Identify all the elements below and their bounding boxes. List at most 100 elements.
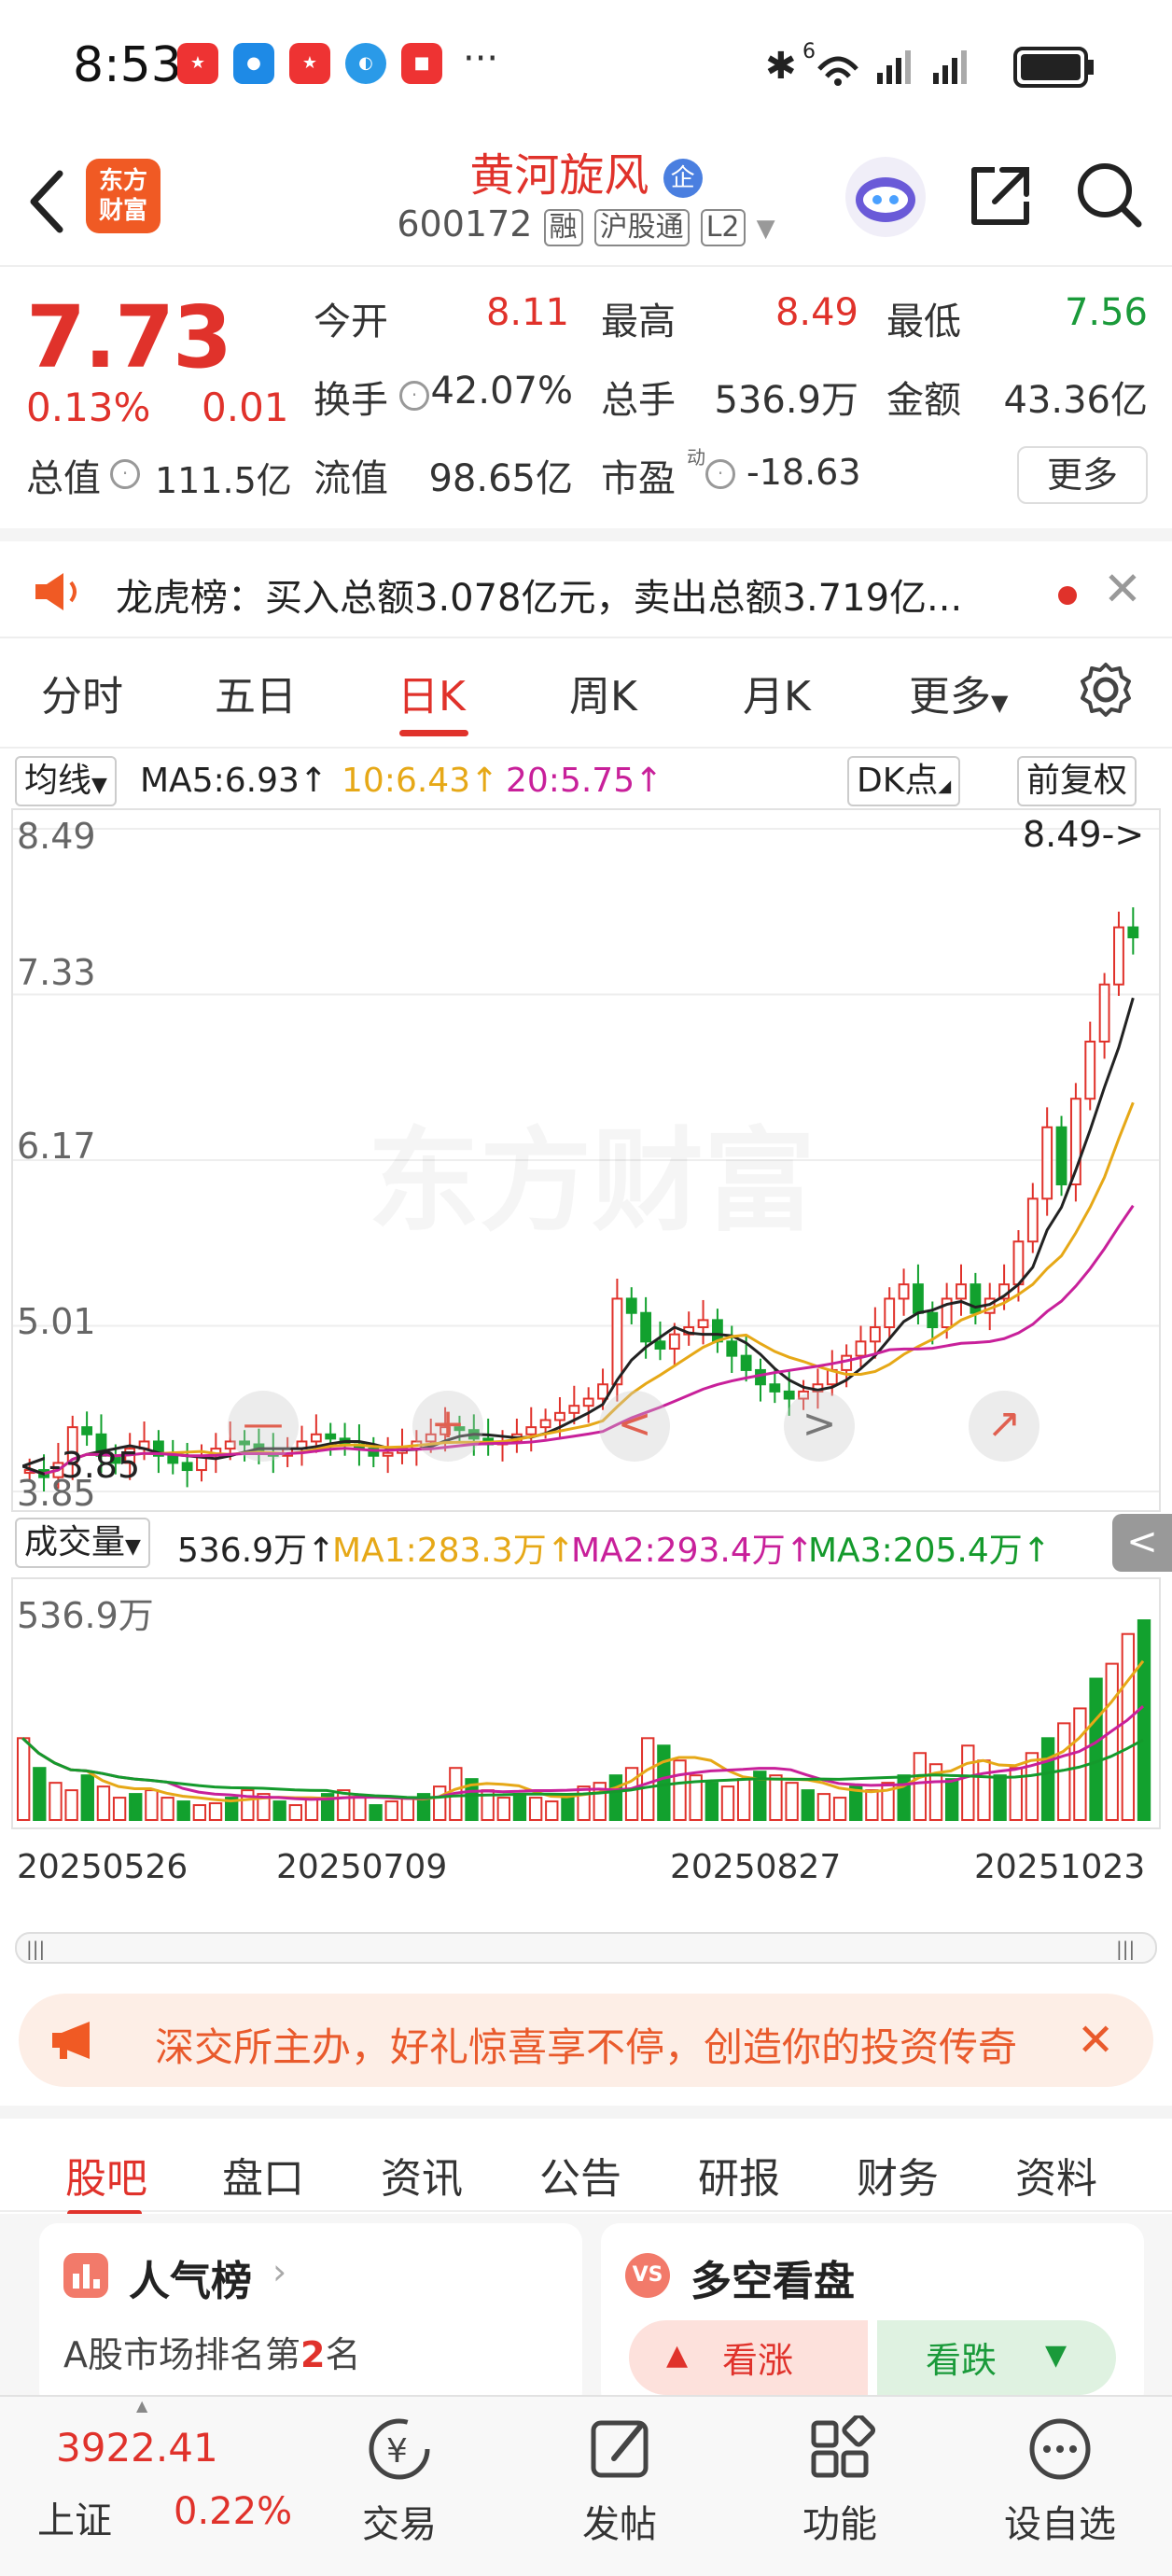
candle-body	[539, 1419, 551, 1429]
tab-weekly-k[interactable]: 周K	[569, 663, 637, 722]
date-label: 20250827	[670, 1848, 842, 1886]
candle-body	[654, 1340, 666, 1350]
y-tick: 6.17	[17, 1126, 96, 1167]
y-tick: 7.33	[17, 952, 96, 993]
tab-intraday[interactable]: 分时	[41, 663, 123, 722]
zoom-out-button[interactable]: —	[228, 1391, 299, 1462]
expand-button[interactable]: ↗	[969, 1391, 1039, 1462]
market-cap-label: 总值	[26, 457, 101, 500]
volume-bar	[832, 1797, 847, 1821]
volume-selector-label: 成交量	[24, 1523, 126, 1561]
nav-add-watchlist[interactable]: 设自选	[995, 2415, 1125, 2548]
popularity-card[interactable]: 人气榜 › A股市场排名第2名	[39, 2223, 582, 2410]
tab-monthly-k[interactable]: 月K	[743, 663, 811, 722]
index-name: 上证	[37, 2499, 112, 2542]
margin-tag: 融	[543, 209, 583, 246]
candle-body	[167, 1454, 179, 1464]
volume-bar	[785, 1782, 799, 1822]
candle-body	[582, 1397, 594, 1407]
info-circle-icon[interactable]: ·	[705, 459, 735, 489]
bull-button[interactable]: ▲ 看涨	[629, 2320, 868, 2395]
volume-bar	[433, 1785, 447, 1821]
trade-icon: ¥	[369, 2418, 430, 2480]
high-value: 8.49	[774, 291, 858, 334]
candle-body	[884, 1297, 896, 1329]
dropdown-triangle-icon[interactable]: ▼	[757, 215, 775, 243]
bear-button[interactable]: 看跌 ▼	[877, 2320, 1116, 2395]
more-notifications-icon: ···	[463, 37, 499, 80]
more-quote-button[interactable]: 更多	[1017, 446, 1148, 504]
nav-function[interactable]: 功能	[774, 2413, 905, 2548]
volume-bar	[64, 1789, 78, 1821]
bull-bear-card[interactable]: VS 多空看盘 ▲ 看涨 看跌 ▼	[601, 2223, 1144, 2410]
info-circle-icon[interactable]: ·	[399, 381, 429, 411]
tab-daily-k[interactable]: 日K	[398, 663, 466, 722]
close-icon[interactable]: ✕	[1103, 562, 1142, 616]
candle-body	[769, 1383, 781, 1393]
nav-trade[interactable]: ¥ 交易	[334, 2415, 465, 2548]
collapse-panel-button[interactable]: <	[1112, 1514, 1172, 1572]
volume-bar	[17, 1737, 31, 1821]
tab-profile[interactable]: 资料	[1015, 2145, 1097, 2205]
prev-button[interactable]: <	[599, 1391, 670, 1462]
zoom-in-button[interactable]: +	[412, 1391, 483, 1462]
notice-text: 龙虎榜：买入总额3.078亿元，卖出总额3.719亿...	[116, 577, 963, 620]
volume-bar	[192, 1804, 207, 1822]
volume-selector[interactable]: 成交量▼	[15, 1518, 150, 1568]
chart-range-scrollbar[interactable]: ||| |||	[15, 1932, 1157, 1964]
volume-ma1: MA1:283.3万↑	[332, 1532, 575, 1570]
close-icon[interactable]: ✕	[1077, 2014, 1114, 2066]
volume-bar	[176, 1800, 190, 1821]
bull-bear-title: 多空看盘	[691, 2258, 855, 2305]
volume-bar	[961, 1744, 975, 1822]
candle-body	[310, 1433, 322, 1443]
volume-bar	[1105, 1662, 1119, 1821]
kline-chart[interactable]: 8.49 7.33 6.17 5.01 3.85 8.49-> <-3.85 东…	[11, 808, 1161, 1514]
search-icon[interactable]	[1073, 159, 1144, 233]
grid-function-icon	[811, 2413, 876, 2478]
tab-forum[interactable]: 股吧	[65, 2145, 147, 2205]
message-app-icon: ●	[233, 43, 274, 84]
scroll-handle-right[interactable]: |||	[1116, 1938, 1135, 1960]
volume-bar	[33, 1767, 47, 1822]
promo-banner[interactable]: 深交所主办，好礼惊喜享不停，创造你的投资传奇 ✕	[19, 1994, 1153, 2087]
dk-point-selector[interactable]: DK点◢	[847, 756, 961, 806]
volume-chart[interactable]: 536.9万	[11, 1577, 1161, 1829]
popularity-title: 人气榜	[129, 2258, 252, 2305]
tab-research[interactable]: 研报	[698, 2145, 780, 2205]
volume-bar	[736, 1778, 751, 1822]
next-button[interactable]: >	[784, 1391, 855, 1462]
tab-finance[interactable]: 财务	[857, 2145, 939, 2205]
share-icon[interactable]	[967, 162, 1034, 230]
float-cap-label: 流值	[314, 457, 388, 500]
tab-news[interactable]: 资讯	[381, 2145, 463, 2205]
corner-triangle-icon: ◢	[938, 777, 952, 796]
adjust-selector[interactable]: 前复权	[1017, 756, 1137, 806]
popularity-rank-number: 2	[300, 2334, 326, 2375]
settings-gear-icon[interactable]	[1077, 661, 1135, 719]
dragon-tiger-notice[interactable]: 龙虎榜：买入总额3.078亿元，卖出总额3.719亿... ✕	[0, 528, 1172, 638]
status-bar: 8:53 ★ ● ★ ◐ ■ ··· ✱ 6	[0, 0, 1172, 131]
scroll-handle-left[interactable]: |||	[26, 1938, 45, 1960]
indicator-selector[interactable]: 均线▼	[15, 756, 117, 806]
network-type: 6	[802, 41, 816, 63]
index-value[interactable]: 3922.41	[56, 2425, 218, 2471]
tab-order-book[interactable]: 盘口	[222, 2145, 304, 2205]
ma5-value: MA5:6.93↑	[140, 762, 328, 800]
info-circle-icon[interactable]: ·	[110, 459, 140, 489]
tab-more[interactable]: 更多▼	[909, 663, 1008, 722]
tab-five-day[interactable]: 五日	[215, 663, 297, 722]
volume-bar	[304, 1797, 319, 1821]
feature-cards: 人气榜 › A股市场排名第2名 VS 多空看盘 ▲ 看涨 看跌 ▼	[0, 2214, 1172, 2410]
candle-body	[325, 1433, 337, 1440]
index-change: 0.22%	[174, 2490, 293, 2533]
ai-assistant-avatar[interactable]	[845, 157, 926, 237]
tab-announcements[interactable]: 公告	[539, 2145, 621, 2205]
turnover-value: 42.07%	[430, 370, 573, 413]
date-label: 20250709	[276, 1848, 448, 1886]
enterprise-badge: 企	[663, 159, 703, 198]
volume-label: 总手	[601, 379, 676, 422]
pe-value: -18.63	[746, 452, 861, 493]
stock-code: 600172	[397, 203, 533, 245]
nav-post[interactable]: 发帖	[554, 2415, 685, 2548]
